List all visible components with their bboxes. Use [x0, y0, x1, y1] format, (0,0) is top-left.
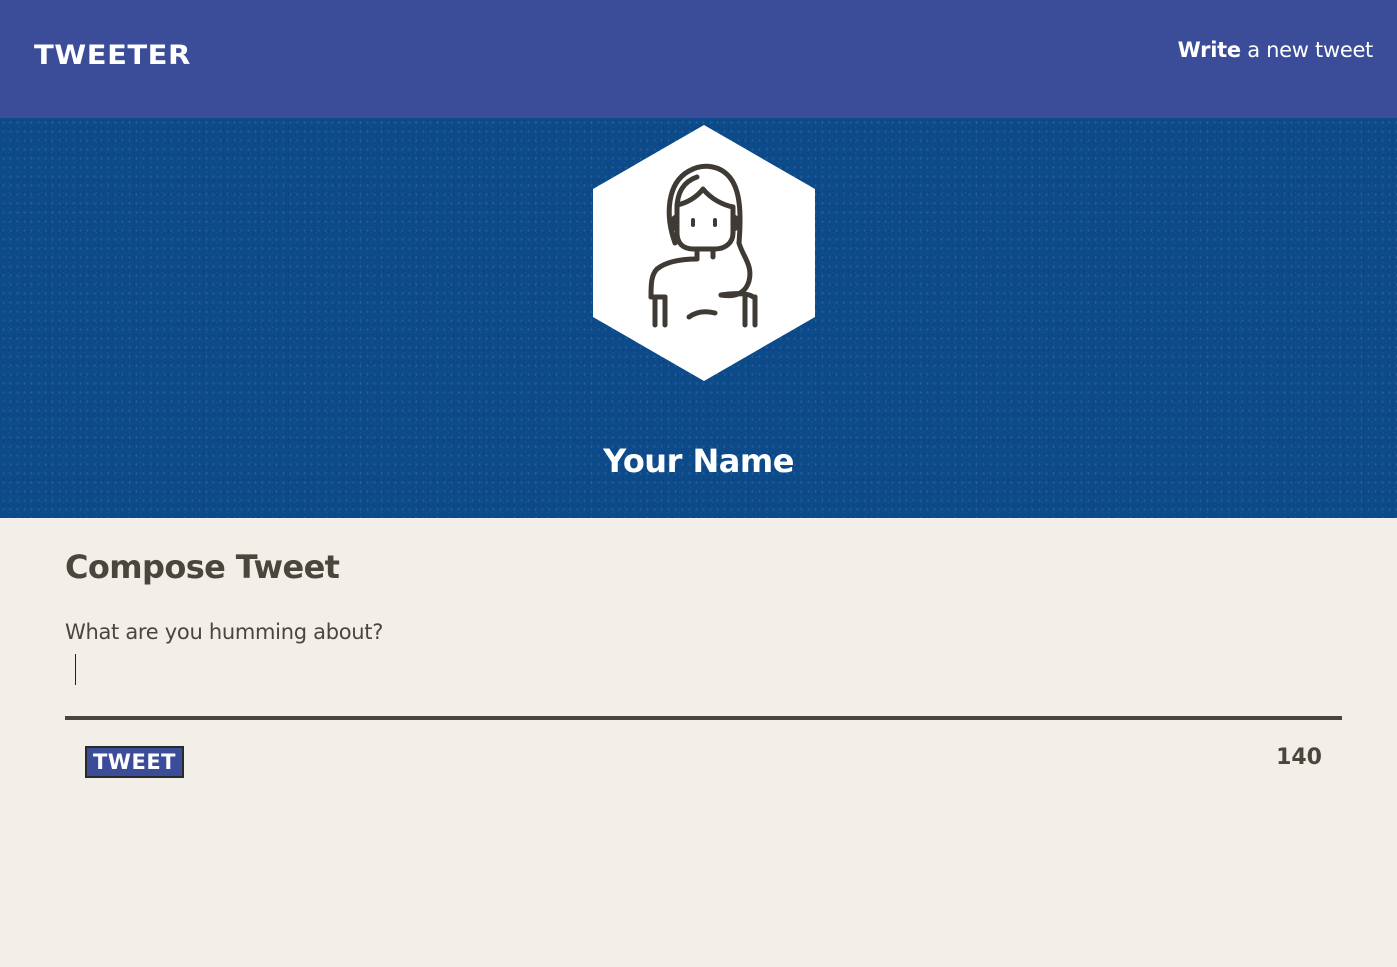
write-link-rest: a new tweet — [1240, 38, 1373, 62]
profile-banner: Your Name — [0, 118, 1397, 518]
text-caret — [75, 654, 76, 685]
avatar — [593, 125, 815, 381]
tweet-textarea[interactable] — [65, 648, 1342, 720]
profile-name: Your Name — [603, 442, 794, 480]
app-logo[interactable]: TWEETER — [34, 39, 191, 70]
compose-title: Compose Tweet — [65, 548, 340, 586]
top-nav: TWEETER Write a new tweet — [0, 0, 1397, 118]
write-link-bold: Write — [1177, 38, 1241, 62]
write-new-tweet-link[interactable]: Write a new tweet — [1177, 38, 1374, 62]
tweet-submit-button[interactable]: TWEET — [85, 746, 184, 778]
compose-section: Compose Tweet What are you humming about… — [65, 548, 1342, 778]
user-avatar-icon — [593, 125, 815, 381]
compose-prompt-label: What are you humming about? — [65, 620, 384, 644]
character-counter: 140 — [1276, 745, 1322, 770]
